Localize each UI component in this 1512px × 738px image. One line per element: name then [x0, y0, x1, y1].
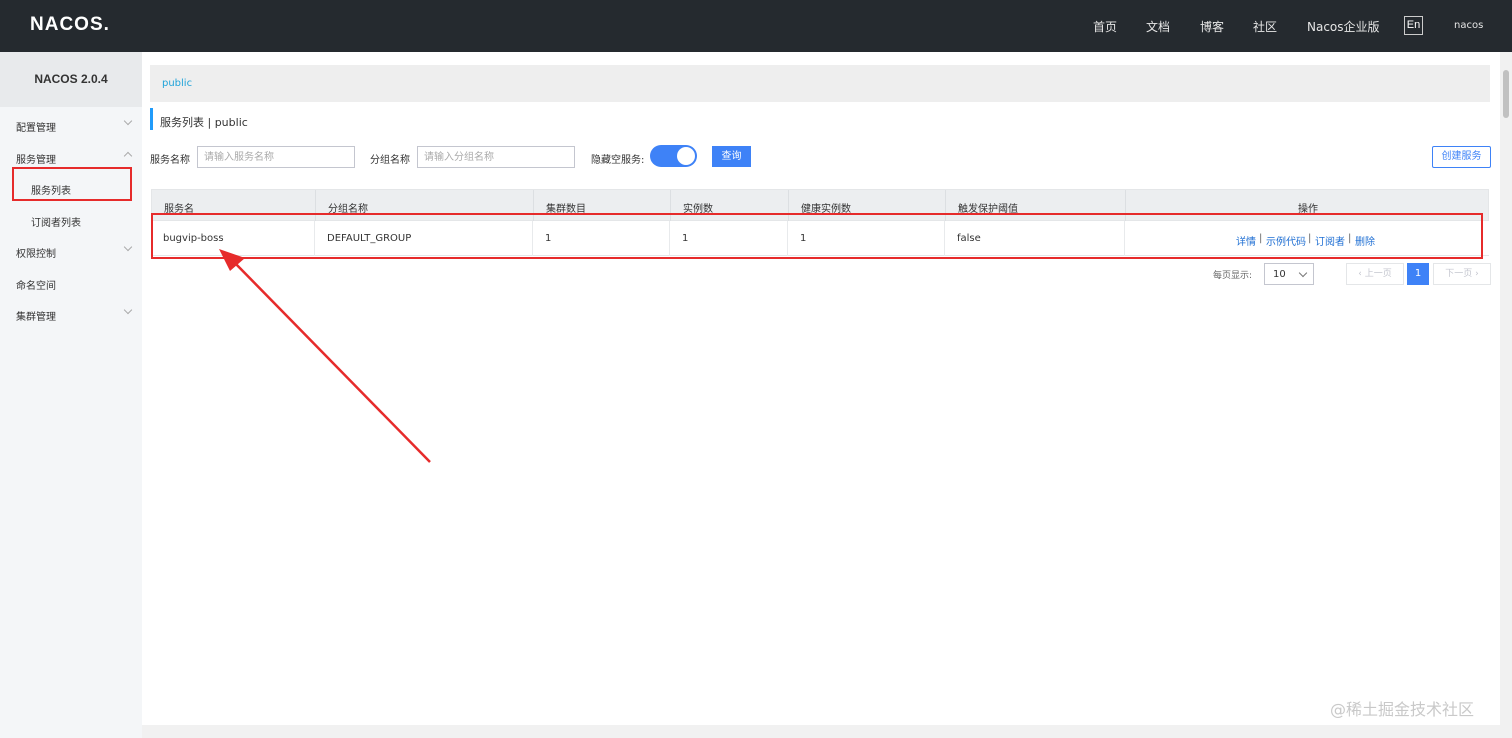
vertical-scrollbar-thumb[interactable]: [1503, 70, 1509, 118]
annotation-arrow: [219, 249, 431, 463]
watermark: @稀土掘金技术社区: [1330, 700, 1475, 719]
vertical-scrollbar[interactable]: [1500, 52, 1512, 738]
arrow-shaft: [231, 259, 431, 463]
horizontal-scrollbar[interactable]: [142, 725, 1500, 738]
